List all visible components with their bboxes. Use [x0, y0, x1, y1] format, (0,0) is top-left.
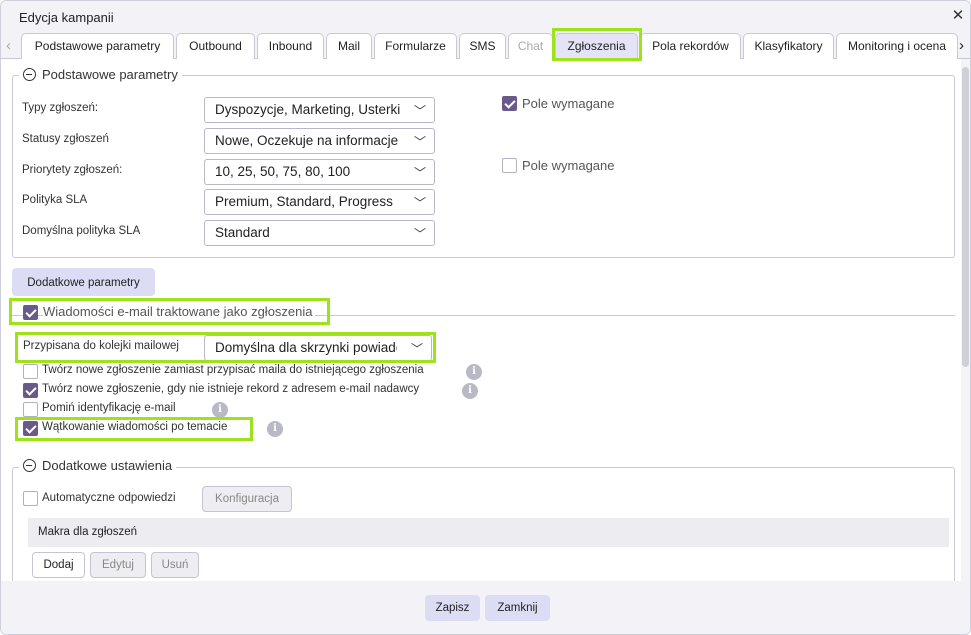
- required-label-priorities: Pole wymagane: [522, 158, 615, 173]
- delete-macro-button[interactable]: Usuń: [151, 552, 199, 578]
- edit-macro-button[interactable]: Edytuj: [90, 552, 146, 578]
- close-button[interactable]: Zamknij: [485, 595, 550, 621]
- ticket-types-value: Dyspozycje, Marketing, Usterki: [215, 102, 400, 117]
- basic-params-fieldset: [12, 75, 955, 258]
- default-sla-label: Domyślna polityka SLA: [22, 225, 141, 237]
- info-icon[interactable]: i: [462, 383, 478, 399]
- config-button[interactable]: Konfiguracja: [202, 486, 292, 512]
- email-as-tickets-label: Wiadomości e-mail traktowane jako zgłosz…: [43, 304, 315, 319]
- ticket-types-select[interactable]: Dyspozycje, Marketing, Usterki ﹀: [204, 97, 435, 123]
- ticket-statuses-label: Statusy zgłoszeń: [22, 133, 109, 145]
- vertical-scrollbar[interactable]: [961, 59, 970, 581]
- default-sla-value: Standard: [215, 225, 270, 240]
- new-ticket-no-record-checkbox[interactable]: [23, 383, 38, 398]
- ticket-statuses-value: Nowe, Oczekuje na informacje: [215, 133, 399, 148]
- sla-policy-select[interactable]: Premium, Standard, Progress ﹀: [204, 189, 435, 215]
- sla-policy-label: Polityka SLA: [22, 194, 88, 206]
- title-bar: Edycja kampanii ✕: [1, 1, 970, 33]
- add-macro-button[interactable]: Dodaj: [32, 552, 85, 578]
- tab-chat: Chat: [508, 33, 553, 59]
- macros-header: Makra dla zgłoszeń: [28, 518, 949, 547]
- new-ticket-instead-label: Twórz nowe zgłoszenie zamiast przypisać …: [42, 364, 424, 376]
- threading-checkbox[interactable]: [23, 421, 38, 436]
- tab-inbound[interactable]: Inbound: [257, 33, 324, 59]
- mail-queue-select[interactable]: Domyślna dla skrzynki powiadomień ﹀: [204, 335, 432, 361]
- additional-settings-legend[interactable]: Dodatkowe ustawienia: [19, 458, 177, 473]
- auto-replies-label: Automatyczne odpowiedzi: [42, 492, 176, 504]
- new-ticket-instead-checkbox[interactable]: [23, 364, 38, 379]
- required-checkbox-priorities[interactable]: [502, 158, 517, 173]
- skip-email-id-label: Pomiń identyfikację e-mail: [42, 402, 176, 414]
- sla-policy-value: Premium, Standard, Progress: [215, 194, 393, 209]
- ticket-priorities-select[interactable]: 10, 25, 50, 75, 80, 100 ﹀: [204, 159, 435, 185]
- basic-params-legend[interactable]: Podstawowe parametry: [19, 67, 182, 82]
- chevron-down-icon: ﹀: [413, 135, 426, 149]
- new-ticket-no-record-label: Twórz nowe zgłoszenie, gdy nie istnieje …: [42, 383, 420, 395]
- ticket-types-label: Typy zgłoszeń:: [22, 102, 99, 114]
- tab-forms[interactable]: Formularze: [374, 33, 457, 59]
- scrollbar-thumb[interactable]: [962, 67, 969, 367]
- info-icon[interactable]: i: [267, 421, 283, 437]
- additional-settings-title: Dodatkowe ustawienia: [42, 458, 173, 473]
- save-button[interactable]: Zapisz: [425, 595, 480, 621]
- chevron-down-icon: ﹀: [413, 196, 426, 210]
- ticket-priorities-value: 10, 25, 50, 75, 80, 100: [215, 164, 351, 179]
- campaign-edit-dialog: Edycja kampanii ✕ ‹ Podstawowe parametry…: [0, 0, 971, 635]
- chevron-down-icon: ﹀: [413, 227, 426, 241]
- basic-params-title: Podstawowe parametry: [42, 67, 178, 82]
- threading-label: Wątkowanie wiadomości po temacie: [42, 421, 228, 433]
- tab-content: Podstawowe parametry Typy zgłoszeń: Dysp…: [1, 59, 961, 581]
- tab-scroll-left-icon[interactable]: ‹: [6, 37, 11, 55]
- tab-tickets[interactable]: Zgłoszenia: [555, 33, 638, 59]
- info-icon[interactable]: i: [466, 364, 482, 380]
- tab-bar: ‹ Podstawowe parametry Outbound Inbound …: [1, 33, 970, 59]
- default-sla-select[interactable]: Standard ﹀: [204, 220, 435, 246]
- tab-basic-params[interactable]: Podstawowe parametry: [21, 33, 174, 59]
- collapse-icon[interactable]: [23, 459, 36, 472]
- additional-params-button[interactable]: Dodatkowe parametry: [12, 268, 155, 296]
- chevron-down-icon: ﹀: [410, 342, 423, 356]
- email-as-tickets-checkbox[interactable]: [23, 305, 38, 320]
- ticket-statuses-select[interactable]: Nowe, Oczekuje na informacje ﹀: [204, 128, 435, 154]
- tab-record-fields[interactable]: Pola rekordów: [640, 33, 741, 59]
- auto-replies-checkbox[interactable]: [23, 491, 38, 506]
- tab-scroll-right-icon[interactable]: ›: [959, 37, 964, 55]
- tab-outbound[interactable]: Outbound: [176, 33, 255, 59]
- ticket-priorities-label: Priorytety zgłoszeń:: [22, 164, 123, 176]
- dialog-footer: Zapisz Zamknij: [1, 581, 970, 634]
- mail-queue-label: Przypisana do kolejki mailowej: [23, 340, 179, 352]
- tab-monitoring[interactable]: Monitoring i ocena: [836, 33, 958, 59]
- mail-queue-value: Domyślna dla skrzynki powiadomień: [215, 340, 397, 355]
- required-label-types: Pole wymagane: [522, 96, 615, 111]
- chevron-down-icon: ﹀: [413, 166, 426, 180]
- tab-sms[interactable]: SMS: [459, 33, 506, 59]
- tab-mail[interactable]: Mail: [326, 33, 372, 59]
- required-checkbox-types[interactable]: [502, 96, 517, 111]
- chevron-down-icon: ﹀: [413, 104, 426, 118]
- collapse-icon[interactable]: [23, 68, 36, 81]
- info-icon[interactable]: i: [212, 402, 228, 418]
- dialog-title: Edycja kampanii: [19, 10, 114, 25]
- skip-email-id-checkbox[interactable]: [23, 402, 38, 417]
- close-icon[interactable]: ✕: [949, 7, 967, 25]
- tab-classifiers[interactable]: Klasyfikatory: [743, 33, 834, 59]
